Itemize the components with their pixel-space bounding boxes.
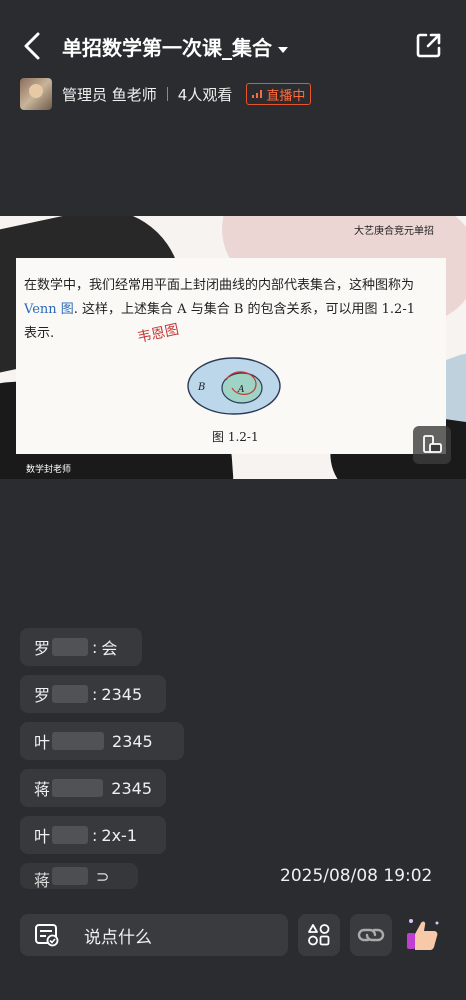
comment-item[interactable]: 叶 2345 — [20, 722, 184, 760]
comment-input-placeholder: 说点什么 — [84, 927, 152, 948]
figure-caption: 图 1.2-1 — [212, 430, 259, 444]
comment-input[interactable]: 说点什么 — [20, 914, 288, 956]
comment-username: 蒋 — [34, 780, 51, 799]
username-mask — [52, 826, 89, 844]
host-row: 管理员 鱼老师 4人观看 直播中 — [20, 78, 312, 110]
comment-item[interactable]: 罗:2345 — [20, 675, 166, 713]
username-mask — [52, 867, 89, 885]
top-bar: 单招数学第一次课_集合 — [0, 0, 466, 90]
comment-item[interactable]: 罗:会 — [20, 628, 142, 666]
set-b-label: B — [197, 382, 205, 393]
set-a-label: A — [237, 385, 245, 395]
venn-word: Venn 图 — [24, 302, 74, 317]
host-label: 管理员 鱼老师 — [62, 85, 157, 104]
avatar[interactable] — [20, 78, 52, 110]
username-mask — [52, 732, 105, 750]
username-mask — [52, 638, 89, 656]
share-icon[interactable] — [414, 30, 444, 60]
comment-item[interactable]: 叶:2x-1 — [20, 816, 166, 854]
slide-paragraph-b: . 这样，上述集合 A 与集合 B 的包含关系，可以用图 1.2-1 表示. — [24, 302, 415, 341]
timestamp: 2025/08/08 19:02 — [280, 866, 433, 886]
username-mask — [52, 685, 89, 703]
comment-username: 叶 — [34, 827, 51, 846]
link-button[interactable] — [350, 914, 392, 956]
slide-paragraph: 在数学中，我们经常用平面上封闭曲线的内部代表集合，这种图称为 Venn 图. 这样… — [24, 274, 424, 346]
username-mask — [52, 779, 104, 797]
live-badge: 直播中 — [246, 83, 312, 105]
comment-text: 2345 — [101, 684, 143, 704]
apps-icon — [308, 924, 330, 946]
slide-paragraph-a: 在数学中，我们经常用平面上封闭曲线的内部代表集合，这种图称为 — [24, 278, 415, 293]
comment-text: ⊃ — [96, 867, 110, 886]
comment-username: 叶 — [34, 733, 51, 752]
rotate-screen-button[interactable] — [413, 426, 451, 464]
viewer-count: 4人观看 — [177, 85, 233, 104]
live-badge-label: 直播中 — [266, 88, 306, 104]
comment-text: 2345 — [112, 731, 153, 751]
teacher-watermark: 数学封老师 — [26, 465, 72, 475]
comment-item[interactable]: 蒋 2345 — [20, 769, 166, 807]
like-button[interactable] — [402, 914, 444, 956]
comment-username: 罗 — [34, 686, 51, 705]
back-arrow-icon[interactable] — [18, 30, 46, 62]
bottom-bar: 说点什么 — [0, 912, 466, 962]
apps-button[interactable] — [298, 914, 340, 956]
slide-corner-text: 大艺庚合竞元单招 — [354, 226, 434, 237]
page-title[interactable]: 单招数学第一次课_集合 — [62, 32, 288, 61]
comment-text: 2x-1 — [101, 825, 138, 845]
rotate-screen-icon — [423, 435, 442, 453]
comment-username: 罗 — [34, 639, 51, 658]
note-icon — [35, 924, 59, 947]
link-icon — [357, 928, 385, 942]
live-video-slide[interactable]: 大艺庚合竞元单招 在数学中，我们经常用平面上封闭曲线的内部代表集合，这种图称为 V… — [0, 216, 466, 479]
comment-text: 2345 — [111, 778, 152, 798]
title-text: 单招数学第一次课_集合 — [62, 36, 272, 60]
caret-down-icon — [278, 46, 288, 53]
comment-text: 会 — [101, 639, 118, 658]
comment-item[interactable]: 蒋 ⊃ — [20, 863, 138, 890]
divider — [166, 87, 168, 101]
venn-diagram: B A — [187, 357, 281, 415]
live-bars-icon — [252, 90, 263, 98]
thumbs-up-icon — [407, 919, 439, 950]
comment-username: 蒋 — [34, 871, 51, 890]
